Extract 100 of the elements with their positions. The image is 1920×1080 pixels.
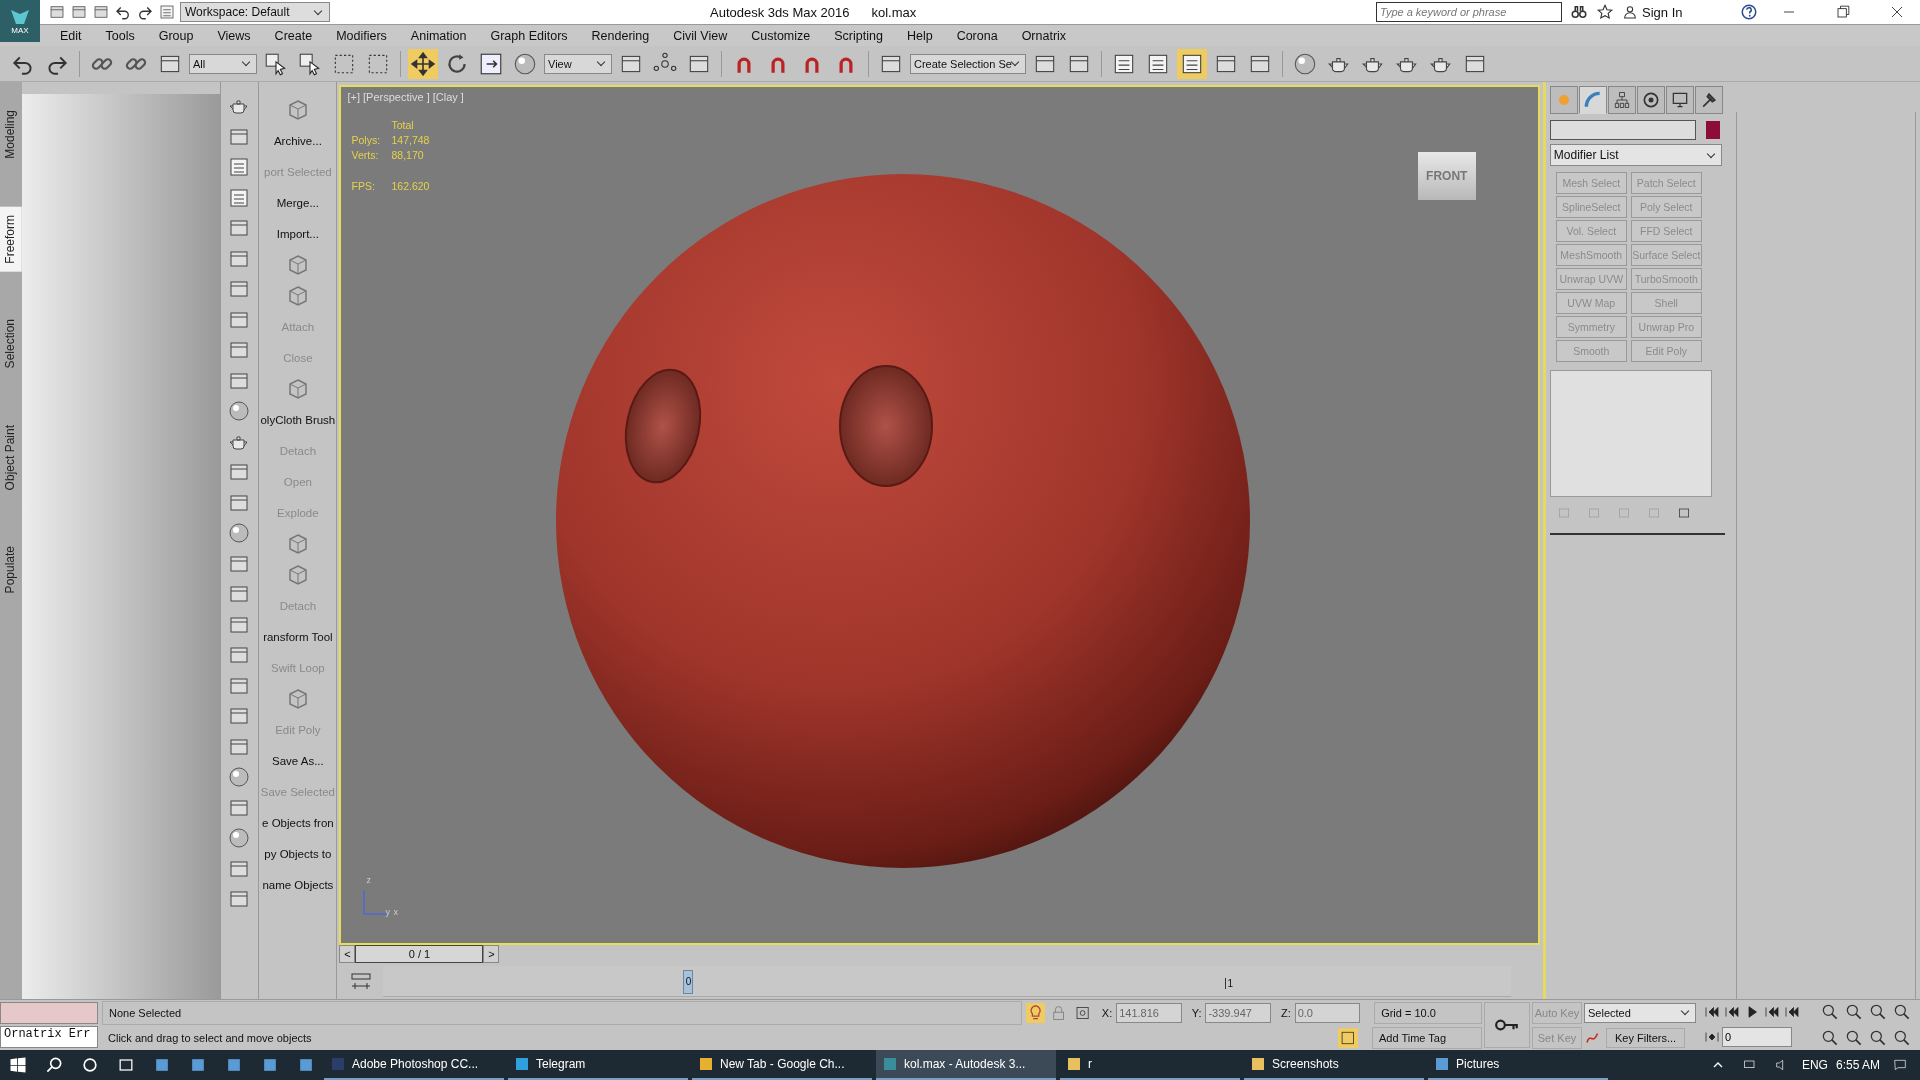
- y-coordinate-field[interactable]: -339.947: [1205, 1002, 1271, 1023]
- ribbon-tab[interactable]: Modeling: [0, 102, 22, 167]
- panel-tab[interactable]: [1607, 86, 1636, 114]
- toolbar-dropdown[interactable]: View: [544, 53, 612, 74]
- user-icon: [1622, 4, 1638, 20]
- keyboard-language[interactable]: ENG: [1801, 1058, 1828, 1072]
- object-name-field[interactable]: [1549, 120, 1696, 140]
- time-slider-thumb[interactable]: 0 / 1: [355, 945, 484, 963]
- script-output-field[interactable]: Ornatrix Err: [0, 1026, 98, 1048]
- x-label: X:: [1101, 1006, 1113, 1019]
- search-field[interactable]: Type a keyword or phrase: [1376, 2, 1562, 22]
- frame-marker[interactable]: 0: [683, 969, 694, 994]
- add-time-tag-button[interactable]: Add Time Tag: [1371, 1026, 1482, 1049]
- workspace-dropdown[interactable]: Workspace: Default: [180, 2, 330, 22]
- menu-item[interactable]: Tools: [93, 28, 147, 43]
- taskbar-app[interactable]: kol.max - Autodesk 3...: [876, 1050, 1056, 1080]
- previous-frame-button[interactable]: <: [339, 945, 356, 963]
- zoom-icon[interactable]: [1820, 1002, 1840, 1022]
- taskbar-app[interactable]: Adobe Photoshop CC...: [324, 1050, 504, 1080]
- start-icon[interactable]: [8, 1055, 28, 1075]
- menu-item[interactable]: Modifiers: [324, 28, 399, 43]
- menu-item[interactable]: Animation: [398, 28, 479, 43]
- binoculars-icon[interactable]: [1570, 3, 1588, 21]
- taskbar-app[interactable]: Screenshots: [1244, 1050, 1424, 1080]
- menu-item[interactable]: Group: [146, 28, 206, 43]
- ribbon-tab[interactable]: Object Paint: [0, 416, 22, 499]
- z-coordinate-field[interactable]: 0.0: [1294, 1002, 1361, 1023]
- star-icon[interactable]: [1596, 3, 1614, 21]
- sphere-icon[interactable]: [227, 765, 252, 789]
- app-icon: [514, 1056, 530, 1072]
- tool-icon[interactable]: [48, 3, 66, 21]
- clock[interactable]: 6:55 AM: [1835, 1058, 1880, 1072]
- stat-value: 147,748: [391, 134, 430, 146]
- tool-icon[interactable]: [70, 3, 88, 21]
- taskbar-app[interactable]: Telegram: [508, 1050, 688, 1080]
- menu-item[interactable]: Ornatrix: [1009, 28, 1079, 43]
- menu-item[interactable]: Civil View: [661, 28, 740, 43]
- current-frame-field[interactable]: 0: [1722, 1027, 1792, 1047]
- axis-label: z: [366, 875, 371, 885]
- stat-value: 162.620: [391, 180, 430, 192]
- panel-tab[interactable]: [1694, 86, 1723, 114]
- tool-button[interactable]: Archive...: [259, 125, 337, 156]
- tick-label: 1: [1225, 977, 1234, 989]
- layer-list-icon[interactable]: [1176, 48, 1207, 79]
- key-mode-dropdown[interactable]: Selected: [1584, 1002, 1696, 1023]
- menu-item[interactable]: Create: [262, 28, 325, 43]
- tool-button[interactable]: Import...: [259, 218, 337, 249]
- panel-tab[interactable]: [1665, 86, 1694, 114]
- menu-item[interactable]: Graph Editors: [478, 28, 580, 43]
- sphere-icon[interactable]: [227, 826, 252, 850]
- ribbon-tab[interactable]: Freeform: [0, 206, 22, 272]
- ribbon-tab[interactable]: Selection: [0, 311, 22, 377]
- tool-button[interactable]: name Objects: [259, 869, 337, 900]
- sphere-icon[interactable]: [227, 521, 252, 545]
- menu-item[interactable]: Customize: [739, 28, 823, 43]
- lightbulb-icon[interactable]: [1026, 1002, 1046, 1023]
- menu-item[interactable]: Views: [205, 28, 263, 43]
- tool-button[interactable]: Save As...: [259, 745, 337, 776]
- tool-button[interactable]: ransform Tool: [259, 621, 337, 652]
- modifier-list-dropdown[interactable]: Modifier List: [1549, 144, 1722, 166]
- notification-icon[interactable]: [1892, 1057, 1908, 1073]
- toolbar-dropdown[interactable]: Create Selection Se: [910, 53, 1026, 74]
- y-label: Y:: [1191, 1006, 1202, 1019]
- move-arrows-icon[interactable]: [408, 48, 438, 79]
- stat-value: 88,170: [391, 149, 425, 161]
- listener-field[interactable]: [0, 1002, 98, 1024]
- menu-item[interactable]: Rendering: [579, 28, 662, 43]
- sphere-icon[interactable]: [227, 399, 252, 423]
- menu-item[interactable]: Help: [894, 28, 945, 43]
- ribbon-tab[interactable]: Populate: [0, 538, 22, 602]
- search-icon[interactable]: [44, 1055, 64, 1075]
- panel-tab[interactable]: [1636, 86, 1665, 114]
- object-color-swatch[interactable]: [1705, 121, 1720, 139]
- menu-item[interactable]: Scripting: [822, 28, 895, 43]
- axis-label: y: [385, 907, 390, 917]
- sign-in-button[interactable]: Sign In: [1622, 4, 1732, 20]
- tool-icon[interactable]: [92, 3, 110, 21]
- next-frame-button[interactable]: >: [483, 945, 500, 963]
- menu-item[interactable]: Corona: [944, 28, 1010, 43]
- help-icon[interactable]: [1740, 3, 1758, 21]
- axis-label: x: [393, 907, 398, 917]
- taskbar-app[interactable]: New Tab - Google Ch...: [692, 1050, 872, 1080]
- app-logo[interactable]: MAX: [0, 0, 40, 42]
- file-name: kol.max: [871, 4, 917, 20]
- time-tag-icon[interactable]: [1338, 1027, 1358, 1048]
- key-filters-button[interactable]: Key Filters...: [1606, 1027, 1686, 1048]
- tool-button[interactable]: py Objects to: [259, 838, 337, 869]
- window-title: Autodesk 3ds Max 2016: [710, 4, 850, 20]
- tool-button[interactable]: e Objects fron: [259, 807, 337, 838]
- taskbar-app[interactable]: r: [1060, 1050, 1240, 1080]
- tool-button[interactable]: olyCloth Brush: [259, 404, 337, 435]
- x-coordinate-field[interactable]: 141.816: [1116, 1002, 1182, 1023]
- track-bar[interactable]: 0 1: [383, 965, 1512, 997]
- tool-button[interactable]: Merge...: [259, 187, 337, 218]
- set-key-button[interactable]: [1484, 1002, 1530, 1048]
- stat-label: Polys:: [351, 134, 382, 146]
- menu-item[interactable]: Edit: [48, 28, 94, 43]
- circle-icon[interactable]: [80, 1055, 100, 1075]
- toolbar-dropdown[interactable]: All: [189, 53, 257, 74]
- taskbar-app[interactable]: Pictures: [1428, 1050, 1608, 1080]
